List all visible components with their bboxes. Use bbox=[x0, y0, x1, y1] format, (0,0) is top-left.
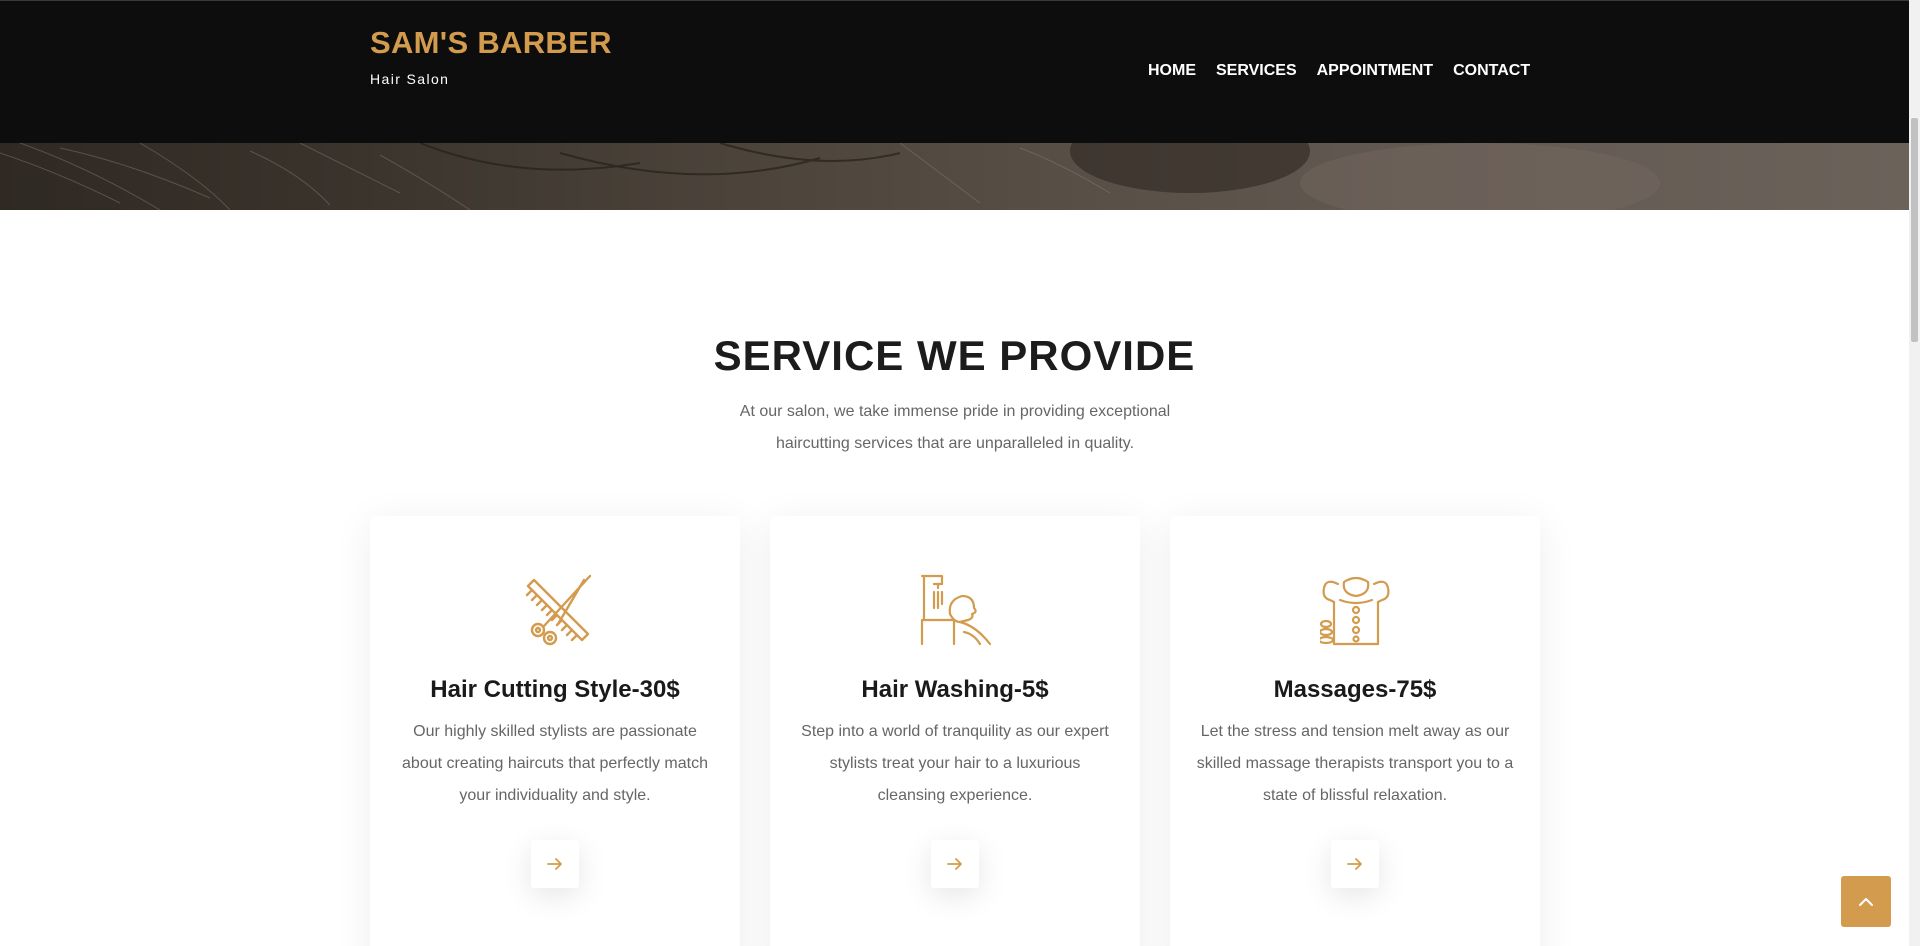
brand-tagline: Hair Salon bbox=[370, 71, 450, 87]
service-title: Hair Cutting Style-30$ bbox=[430, 676, 680, 703]
service-link-button[interactable] bbox=[531, 840, 579, 888]
back-to-top-button[interactable] bbox=[1841, 876, 1891, 927]
massage-icon bbox=[1317, 574, 1392, 646]
service-title: Massages-75$ bbox=[1273, 676, 1437, 703]
hair-washing-icon bbox=[920, 574, 992, 646]
brand-name[interactable]: SAM'S BARBER bbox=[370, 25, 612, 61]
service-title: Hair Washing-5$ bbox=[861, 676, 1049, 703]
nav-services[interactable]: SERVICES bbox=[1216, 62, 1297, 80]
site-header: SAM'S BARBER Hair Salon HOME SERVICES AP… bbox=[0, 0, 1909, 143]
service-link-button[interactable] bbox=[931, 840, 979, 888]
scrollbar-thumb[interactable] bbox=[1911, 118, 1918, 342]
hair-texture bbox=[0, 143, 1660, 210]
arrow-right-icon bbox=[1347, 858, 1362, 870]
hero-background bbox=[0, 143, 1909, 210]
service-card: Hair Washing-5$ Step into a world of tra… bbox=[770, 516, 1140, 946]
service-description: Let the stress and tension melt away as … bbox=[1196, 723, 1514, 804]
page-scrollbar[interactable] bbox=[1909, 0, 1920, 946]
section-intro: At our salon, we take immense pride in p… bbox=[739, 403, 1171, 452]
nav-appointment[interactable]: APPOINTMENT bbox=[1317, 62, 1433, 80]
chevron-up-icon bbox=[1859, 897, 1873, 906]
service-card: Hair Cutting Style-30$ Our highly skille… bbox=[370, 516, 740, 946]
service-card: Massages-75$ Let the stress and tension … bbox=[1170, 516, 1540, 946]
section-title: SERVICE WE PROVIDE bbox=[713, 332, 1196, 379]
arrow-right-icon bbox=[547, 858, 562, 870]
service-description: Our highly skilled stylists are passiona… bbox=[402, 723, 708, 804]
services-list: Hair Cutting Style-30$ Our highly skille… bbox=[370, 516, 1540, 946]
nav-home[interactable]: HOME bbox=[1148, 62, 1196, 80]
scissors-comb-icon bbox=[520, 574, 592, 646]
nav-contact[interactable]: CONTACT bbox=[1453, 62, 1530, 80]
service-link-button[interactable] bbox=[1331, 840, 1379, 888]
arrow-right-icon bbox=[947, 858, 962, 870]
service-description: Step into a world of tranquility as our … bbox=[801, 723, 1109, 804]
page: SAM'S BARBER Hair Salon HOME SERVICES AP… bbox=[0, 0, 1920, 946]
brand[interactable]: SAM'S BARBER Hair Salon bbox=[370, 25, 612, 87]
main-nav: HOME SERVICES APPOINTMENT CONTACT bbox=[1148, 62, 1530, 80]
